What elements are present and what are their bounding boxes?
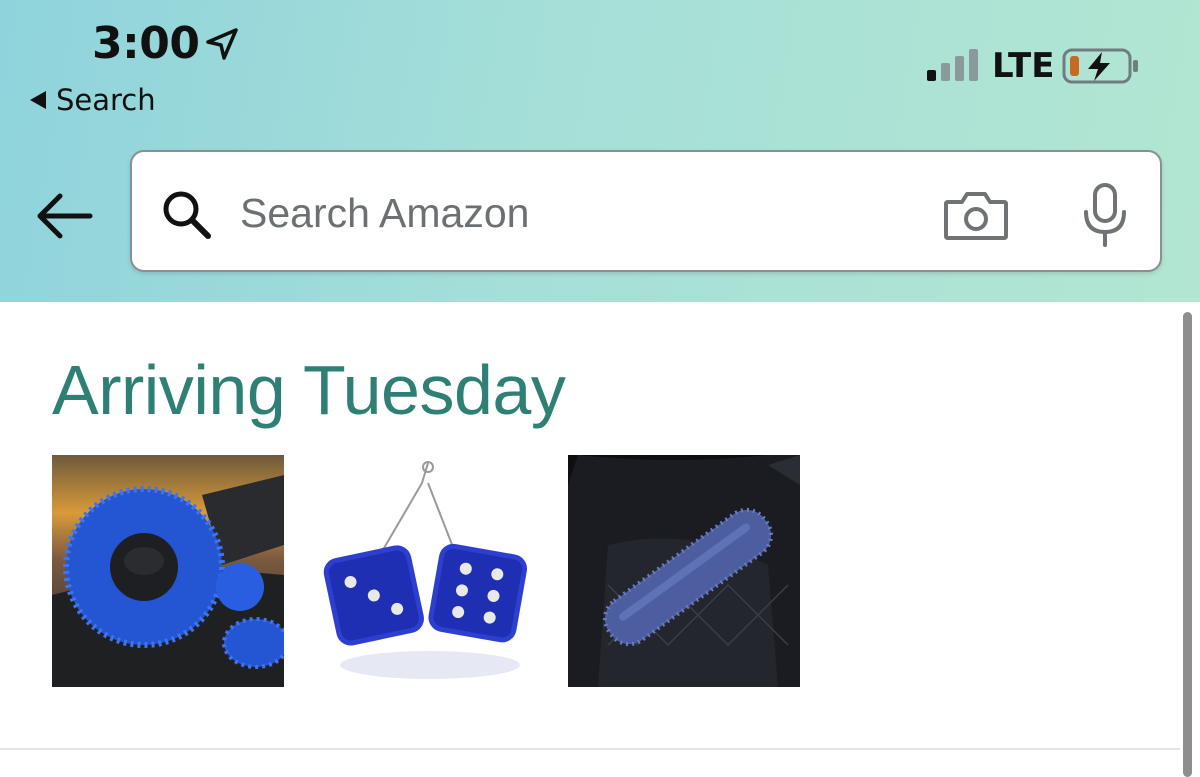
- arriving-section-title: Arriving Tuesday: [52, 351, 566, 429]
- section-divider: [0, 748, 1180, 750]
- back-arrow-icon[interactable]: [32, 188, 96, 244]
- status-time: 3:00: [92, 18, 200, 69]
- microphone-icon[interactable]: [1078, 182, 1132, 248]
- network-type: LTE: [992, 46, 1055, 86]
- product-thumbnail-steering-wheel-cover[interactable]: [52, 455, 284, 687]
- battery-charging-icon: [1062, 48, 1138, 84]
- search-bar[interactable]: [130, 150, 1162, 272]
- back-triangle-icon: [30, 91, 46, 109]
- fuzzy-dice-image: [310, 455, 542, 687]
- seat-belt-cover-image: [568, 455, 800, 687]
- back-app-label: Search: [56, 83, 156, 117]
- product-thumbnail-fuzzy-dice[interactable]: [310, 455, 542, 687]
- steering-wheel-cover-image: [52, 455, 284, 687]
- search-icon: [163, 191, 211, 239]
- signal-bars-icon: [927, 49, 978, 81]
- scrollbar[interactable]: [1183, 312, 1192, 777]
- camera-icon[interactable]: [942, 188, 1010, 242]
- location-arrow-icon: [206, 28, 238, 60]
- search-input[interactable]: [238, 176, 902, 250]
- product-thumbnail-seat-belt-cover[interactable]: [568, 455, 800, 687]
- app-header: 3:00 Search LTE: [0, 0, 1200, 302]
- back-to-search-app[interactable]: Search: [30, 80, 156, 120]
